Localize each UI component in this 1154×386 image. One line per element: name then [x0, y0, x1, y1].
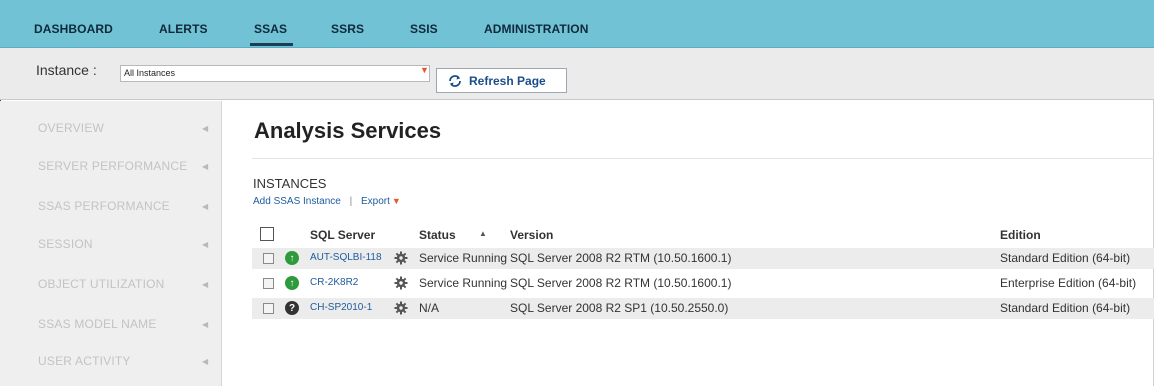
collapse-arrow-icon[interactable]: ◀ — [202, 124, 208, 133]
status-value: N/A — [419, 301, 440, 315]
version-value: SQL Server 2008 R2 RTM (10.50.1600.1) — [510, 251, 732, 265]
nav-ssis[interactable]: SSIS — [410, 22, 438, 36]
export-caret-icon[interactable]: ▼ — [392, 196, 401, 206]
refresh-page-button[interactable]: Refresh Page — [436, 68, 567, 93]
instance-label: Instance : — [36, 62, 97, 78]
sidebar-item-server-performance[interactable]: SERVER PERFORMANCE — [38, 159, 187, 173]
refresh-icon — [449, 74, 461, 87]
gear-icon[interactable] — [394, 301, 408, 315]
sidebar-item-session[interactable]: SESSION — [38, 237, 93, 251]
sidebar-item-overview[interactable]: OVERVIEW — [38, 121, 104, 135]
collapse-arrow-icon[interactable]: ◀ — [202, 357, 208, 366]
add-ssas-instance-link[interactable]: Add SSAS Instance — [253, 196, 341, 207]
table-row[interactable]: ↑ AUT-SQLBI-118 Service Running SQL Serv… — [252, 248, 1154, 269]
export-link[interactable]: Export — [361, 196, 390, 207]
edition-value: Standard Edition (64-bit) — [1000, 301, 1131, 315]
server-link[interactable]: CR-2K8R2 — [310, 277, 358, 288]
nav-administration[interactable]: ADMINISTRATION — [484, 22, 589, 36]
server-link[interactable]: CH-SP2010-1 — [310, 302, 372, 313]
column-header-edition[interactable]: Edition — [1000, 228, 1041, 242]
version-value: SQL Server 2008 R2 RTM (10.50.1600.1) — [510, 276, 732, 290]
collapse-arrow-icon[interactable]: ◀ — [202, 240, 208, 249]
row-checkbox[interactable] — [263, 253, 274, 264]
status-up-icon: ↑ — [285, 251, 299, 265]
nav-alerts[interactable]: ALERTS — [159, 22, 208, 36]
page-title: Analysis Services — [254, 118, 442, 143]
nav-ssas[interactable]: SSAS — [249, 22, 294, 46]
select-all-checkbox[interactable] — [260, 227, 274, 241]
version-value: SQL Server 2008 R2 SP1 (10.50.2550.0) — [510, 301, 729, 315]
title-divider — [252, 158, 1154, 159]
instance-bar: Instance : All Instances ▼ Refresh Page — [0, 48, 1154, 100]
row-checkbox[interactable] — [263, 303, 274, 314]
sidebar-item-ssas-performance[interactable]: SSAS PERFORMANCE — [38, 199, 170, 213]
table-row[interactable]: ? CH-SP2010-1 N/A SQL Server 2008 R2 SP1… — [252, 298, 1154, 319]
collapse-arrow-icon[interactable]: ◀ — [202, 280, 208, 289]
gear-icon[interactable] — [394, 251, 408, 265]
collapse-arrow-icon[interactable]: ◀ — [202, 162, 208, 171]
sidebar-item-ssas-model-name[interactable]: SSAS MODEL NAME — [38, 317, 157, 331]
sidebar-item-user-activity[interactable]: USER ACTIVITY — [38, 354, 131, 368]
top-nav: DASHBOARD ALERTS SSAS SSRS SSIS ADMINIST… — [0, 0, 1154, 48]
instance-select[interactable]: All Instances — [120, 65, 430, 82]
sidebar-item-object-utilization[interactable]: OBJECT UTILIZATION — [38, 277, 165, 291]
status-value: Service Running — [419, 276, 508, 290]
row-checkbox[interactable] — [263, 278, 274, 289]
column-header-status[interactable]: Status — [419, 228, 456, 242]
link-separator: | — [349, 196, 353, 207]
sidebar: OVERVIEW ◀ SERVER PERFORMANCE ◀ SSAS PER… — [0, 101, 222, 386]
table-row[interactable]: ↑ CR-2K8R2 Service Running SQL Server 20… — [252, 273, 1154, 294]
column-header-sql-server[interactable]: SQL Server — [310, 228, 375, 242]
nav-ssrs[interactable]: SSRS — [331, 22, 364, 36]
gear-icon[interactable] — [394, 276, 408, 290]
edition-value: Enterprise Edition (64-bit) — [1000, 276, 1137, 290]
dropdown-arrow-icon[interactable]: ▼ — [420, 65, 429, 75]
status-value: Service Running — [419, 251, 508, 265]
status-up-icon: ↑ — [285, 276, 299, 290]
server-link[interactable]: AUT-SQLBI-118 — [310, 252, 382, 263]
status-unknown-icon: ? — [285, 301, 299, 315]
column-header-version[interactable]: Version — [510, 228, 553, 242]
edition-value: Standard Edition (64-bit) — [1000, 251, 1131, 265]
sort-ascending-icon[interactable]: ▲ — [479, 229, 487, 238]
collapse-arrow-icon[interactable]: ◀ — [202, 320, 208, 329]
instances-heading: INSTANCES — [253, 176, 327, 191]
collapse-arrow-icon[interactable]: ◀ — [202, 202, 208, 211]
instance-actions: Add SSAS Instance | Export ▼ — [253, 196, 401, 207]
nav-dashboard[interactable]: DASHBOARD — [34, 22, 113, 36]
refresh-label: Refresh Page — [469, 73, 546, 88]
